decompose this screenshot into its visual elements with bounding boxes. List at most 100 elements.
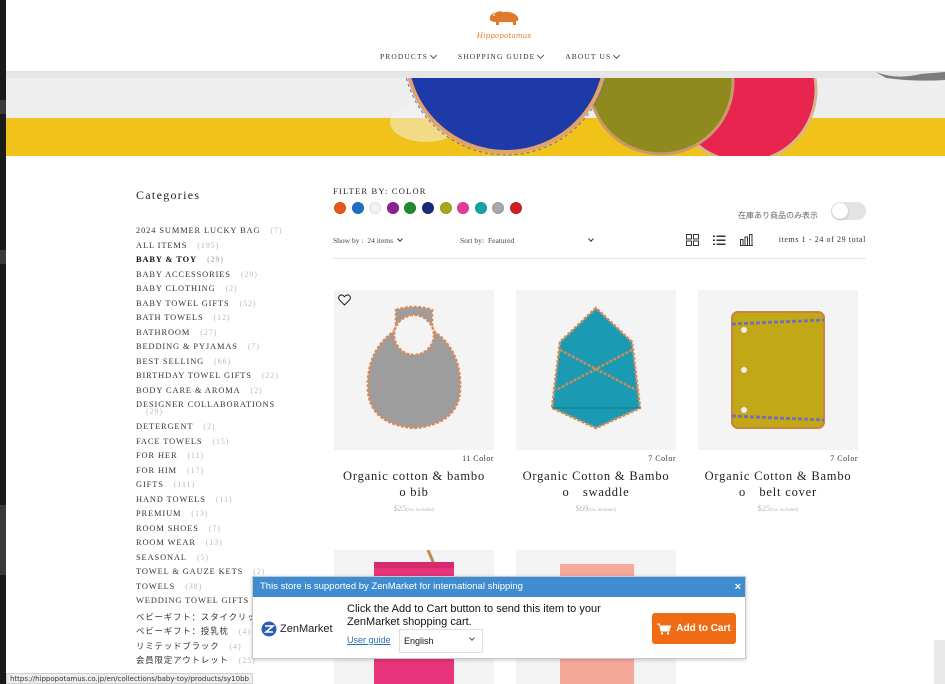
category-item[interactable]: 2024 SUMMER LUCKY BAG (7) bbox=[136, 226, 296, 241]
nav-shopping-guide[interactable]: SHOPPING GUIDE bbox=[458, 51, 545, 61]
category-item[interactable]: BATHROOM (27) bbox=[136, 328, 296, 343]
bib-image bbox=[366, 305, 462, 430]
user-guide-link[interactable]: User guide bbox=[347, 635, 391, 645]
color-swatch[interactable] bbox=[386, 202, 399, 214]
category-label: BABY ACCESSORIES bbox=[136, 269, 231, 279]
product-name-line: Organic Cotton & Bambo bbox=[704, 469, 852, 483]
product-name[interactable]: Organic Cotton & Bambo o belt cover bbox=[698, 468, 858, 500]
category-item[interactable]: ALL ITEMS (195) bbox=[136, 241, 296, 256]
product-color-count: 11 Color bbox=[462, 454, 494, 463]
add-to-cart-button[interactable]: Add to Cart bbox=[652, 613, 736, 644]
grid-view-icon[interactable] bbox=[686, 234, 699, 246]
zenmarket-message: Click the Add to Cart button to send thi… bbox=[347, 603, 601, 628]
status-bar-url: https://hippopotamus.co.jp/en/collection… bbox=[6, 673, 253, 684]
category-count: (4) bbox=[238, 627, 251, 636]
nav-products[interactable]: PRODUCTS bbox=[380, 51, 438, 61]
category-item[interactable]: DETERGENT (2) bbox=[136, 422, 296, 437]
category-label: HAND TOWELS bbox=[136, 494, 206, 504]
category-label: GIFTS bbox=[136, 480, 164, 489]
in-stock-toggle[interactable] bbox=[831, 202, 866, 220]
product-name[interactable]: Organic cotton & bambo o bib bbox=[334, 468, 494, 500]
tax-note: (tax included) bbox=[588, 508, 617, 513]
color-swatch[interactable] bbox=[404, 202, 417, 214]
color-swatch[interactable] bbox=[457, 202, 470, 214]
chart-view-icon[interactable] bbox=[740, 234, 753, 246]
chevron-down-icon bbox=[537, 51, 545, 59]
category-count: (2) bbox=[253, 567, 266, 576]
category-count: (66) bbox=[214, 356, 232, 366]
price-value: $69 bbox=[575, 503, 589, 513]
zenmarket-popup: This store is supported by ZenMarket for… bbox=[252, 576, 746, 659]
category-item[interactable]: DESIGNER COLLABORATIONS (29) bbox=[136, 400, 296, 422]
category-item[interactable]: GIFTS (111) bbox=[136, 480, 296, 495]
category-item[interactable]: BEST SELLING (66) bbox=[136, 357, 296, 372]
chevron-down-icon bbox=[588, 236, 594, 242]
category-item[interactable]: ROOM WEAR (13) bbox=[136, 538, 296, 553]
close-icon[interactable]: × bbox=[735, 577, 741, 597]
product-image[interactable] bbox=[516, 290, 676, 450]
color-swatch[interactable] bbox=[351, 202, 364, 214]
category-label: ベビーギフト：授乳枕 bbox=[136, 627, 229, 636]
product-price: $25(tax included) bbox=[334, 503, 494, 513]
category-item[interactable]: FOR HER (11) bbox=[136, 451, 296, 466]
category-item[interactable]: SEASONAL (5) bbox=[136, 553, 296, 568]
product-card[interactable]: 11 Color Organic cotton & bambo o bib $2… bbox=[334, 290, 494, 513]
category-label: BATH TOWELS bbox=[136, 313, 204, 322]
color-swatch[interactable] bbox=[509, 202, 522, 214]
product-image[interactable] bbox=[334, 290, 494, 450]
product-color-count: 7 Color bbox=[648, 454, 676, 463]
color-swatch[interactable] bbox=[421, 202, 434, 214]
heart-icon[interactable] bbox=[338, 294, 351, 306]
list-view-icon[interactable] bbox=[713, 234, 726, 246]
category-label: BATHROOM bbox=[136, 327, 191, 337]
color-swatch[interactable] bbox=[334, 202, 346, 214]
toggle-knob bbox=[832, 203, 848, 219]
category-item[interactable]: BABY TOWEL GIFTS (52) bbox=[136, 299, 296, 314]
category-label: PREMIUM bbox=[136, 509, 182, 518]
category-item[interactable]: HAND TOWELS (11) bbox=[136, 495, 296, 510]
product-image[interactable] bbox=[698, 290, 858, 450]
category-item[interactable]: BIRTHDAY TOWEL GIFTS (22) bbox=[136, 371, 296, 386]
edge-fragment bbox=[0, 505, 6, 575]
divider bbox=[333, 258, 866, 259]
product-card[interactable]: 7 Color Organic Cotton & Bambo o swaddle… bbox=[516, 290, 676, 513]
category-item[interactable]: BABY CLOTHING (2) bbox=[136, 284, 296, 299]
color-swatches bbox=[334, 202, 522, 214]
category-count: (11) bbox=[187, 451, 205, 460]
category-item[interactable]: BODY CARE & AROMA (2) bbox=[136, 386, 296, 401]
category-item[interactable]: FACE TOWELS (15) bbox=[136, 437, 296, 452]
category-label: BEDDING & PYJAMAS bbox=[136, 342, 238, 351]
color-swatch[interactable] bbox=[369, 202, 382, 214]
category-item[interactable]: FOR HIM (17) bbox=[136, 466, 296, 481]
category-label: BEST SELLING bbox=[136, 356, 205, 366]
category-label: BABY TOWEL GIFTS bbox=[136, 298, 230, 308]
show-by-select[interactable]: 24 items bbox=[367, 236, 403, 245]
category-label: BABY & TOY bbox=[136, 255, 197, 264]
category-item[interactable]: ROOM SHOES (7) bbox=[136, 524, 296, 539]
category-count: (5) bbox=[196, 552, 209, 562]
color-swatch[interactable] bbox=[439, 202, 452, 214]
items-count: items 1 - 24 of 29 total bbox=[778, 235, 866, 244]
nav-products-label: PRODUCTS bbox=[380, 52, 428, 61]
product-card[interactable]: 7 Color Organic Cotton & Bambo o belt co… bbox=[698, 290, 858, 513]
category-item[interactable]: BEDDING & PYJAMAS (7) bbox=[136, 342, 296, 357]
nav-about-us[interactable]: ABOUT US bbox=[565, 51, 621, 61]
zenmarket-logo-icon bbox=[261, 621, 277, 637]
product-name-line: o belt cover bbox=[739, 485, 817, 499]
product-price: $69(tax included) bbox=[516, 503, 676, 513]
category-item[interactable]: BATH TOWELS (12) bbox=[136, 313, 296, 328]
category-item[interactable]: PREMIUM (13) bbox=[136, 509, 296, 524]
category-count: (38) bbox=[185, 581, 203, 591]
site-logo[interactable]: Hippopotamus bbox=[472, 8, 536, 42]
sort-by-select[interactable]: Featured bbox=[488, 236, 594, 245]
language-select[interactable]: English bbox=[399, 629, 483, 653]
color-swatch[interactable] bbox=[492, 202, 505, 214]
zenmarket-header: This store is supported by ZenMarket for… bbox=[253, 577, 745, 597]
product-name[interactable]: Organic Cotton & Bambo o swaddle bbox=[516, 468, 676, 500]
category-item[interactable]: BABY ACCESSORIES (20) bbox=[136, 270, 296, 285]
category-item[interactable]: BABY & TOY (29) bbox=[136, 255, 296, 270]
color-swatch[interactable] bbox=[474, 202, 487, 214]
product-name-line: o swaddle bbox=[562, 485, 630, 499]
add-to-cart-label: Add to Cart bbox=[676, 623, 731, 634]
category-count: (7) bbox=[208, 523, 221, 533]
